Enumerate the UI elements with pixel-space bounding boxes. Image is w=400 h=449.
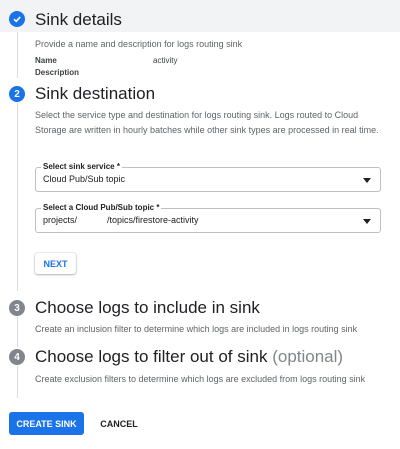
create-sink-button[interactable]: CREATE SINK: [9, 412, 84, 435]
cancel-button[interactable]: CANCEL: [98, 412, 140, 435]
sink-service-select[interactable]: Select sink service * Cloud Pub/Sub topi…: [35, 162, 381, 192]
next-button[interactable]: NEXT: [35, 253, 76, 274]
step-3-connector: [17, 317, 18, 347]
step-1-connector: [17, 32, 18, 78]
step-4-title[interactable]: Choose logs to filter out of sink (optio…: [35, 347, 343, 367]
step-2-connector: [17, 103, 18, 291]
step-3-title[interactable]: Choose logs to include in sink: [35, 298, 260, 318]
name-value: activity: [153, 56, 178, 65]
step-3-description: Create an inclusion filter to determine …: [35, 324, 358, 334]
dropdown-arrow-icon: [363, 178, 371, 183]
dropdown-arrow-icon: [363, 219, 371, 224]
step-3-number: 3: [9, 300, 25, 316]
check-icon: [9, 11, 25, 27]
name-label: Name: [35, 56, 57, 65]
optional-tag: (optional): [272, 347, 344, 366]
step-2-description: Select the service type and destination …: [35, 110, 379, 135]
pubsub-topic-label: Select a Cloud Pub/Sub topic *: [41, 203, 162, 212]
step-4-description: Create exclusion filters to determine wh…: [35, 374, 366, 384]
step-4-title-text: Choose logs to filter out of sink: [35, 347, 268, 366]
step-1-description: Provide a name and description for logs …: [35, 39, 243, 49]
description-label: Description: [35, 68, 80, 77]
pubsub-topic-value: projects/ /topics/firestore-activity: [43, 215, 199, 225]
step-2-number: 2: [9, 86, 25, 102]
sink-service-value: Cloud Pub/Sub topic: [43, 174, 126, 184]
step-4-number: 4: [9, 349, 25, 365]
step-2-title[interactable]: Sink destination: [35, 84, 155, 104]
step-1-title[interactable]: Sink details: [35, 10, 122, 30]
pubsub-topic-select[interactable]: Select a Cloud Pub/Sub topic * projects/…: [35, 203, 381, 233]
sink-service-label: Select sink service *: [41, 162, 122, 171]
step-4-connector: [17, 366, 18, 398]
